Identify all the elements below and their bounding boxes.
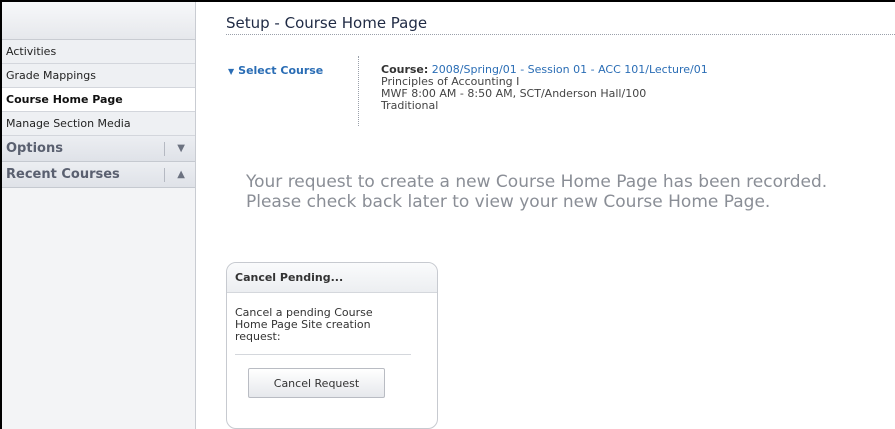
section-divider [164, 142, 165, 156]
sidebar-item-grade-mappings[interactable]: Grade Mappings [2, 64, 195, 88]
cancel-pending-panel: Cancel Pending... Cancel a pending Cours… [226, 262, 438, 429]
cancel-pending-divider [235, 354, 411, 355]
sidebar-section-recent-courses[interactable]: Recent Courses ▲ [2, 162, 195, 188]
sidebar-item-manage-section-media[interactable]: Manage Section Media [2, 112, 195, 136]
page-title: Setup - Course Home Page [226, 14, 428, 32]
select-course-toggle[interactable]: ▼ Select Course [228, 64, 323, 77]
sidebar-item-activities[interactable]: Activities [2, 40, 195, 64]
status-message-line: Please check back later to view your new… [246, 192, 771, 212]
sidebar: Activities Grade Mappings Course Home Pa… [2, 2, 196, 429]
triangle-up-icon[interactable]: ▲ [177, 162, 185, 187]
triangle-down-icon[interactable]: ▼ [177, 136, 185, 161]
status-message-line: Your request to create a new Course Home… [246, 172, 828, 192]
sidebar-header [2, 2, 195, 40]
sidebar-section-label: Options [6, 141, 63, 156]
select-course-label: Select Course [238, 64, 324, 77]
triangle-down-icon: ▼ [228, 67, 235, 76]
course-divider [358, 56, 359, 126]
section-divider [164, 168, 165, 182]
main-content: Setup - Course Home Page ▼ Select Course … [196, 2, 895, 429]
course-info: Course: 2008/Spring/01 - Session 01 - AC… [381, 64, 708, 112]
sidebar-item-course-home-page[interactable]: Course Home Page [2, 88, 195, 112]
title-divider [226, 34, 895, 35]
status-message: Your request to create a new Course Home… [246, 172, 827, 212]
cancel-request-button[interactable]: Cancel Request [248, 368, 385, 398]
sidebar-section-options[interactable]: Options ▼ [2, 136, 195, 162]
cancel-pending-description: Cancel a pending Course Home Page Site c… [235, 306, 373, 343]
cancel-pending-title: Cancel Pending... [227, 263, 437, 293]
sidebar-section-label: Recent Courses [6, 167, 120, 182]
course-mode: Traditional [381, 99, 439, 112]
